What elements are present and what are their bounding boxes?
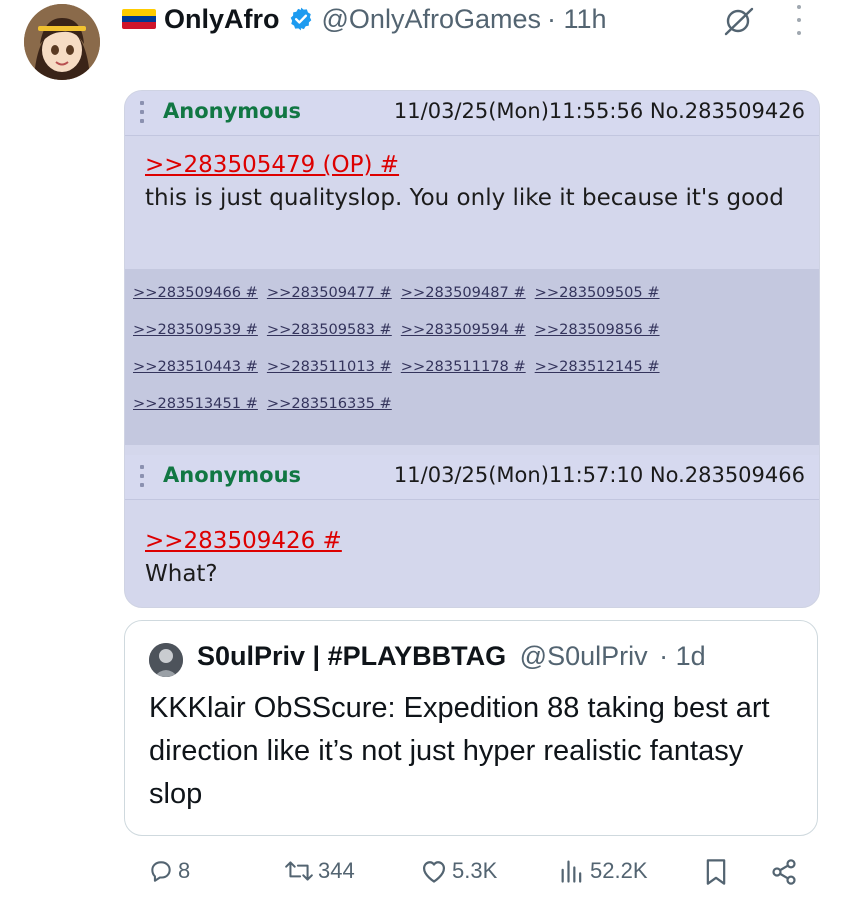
flag-stripe-blue — [122, 15, 156, 23]
replies-list: >>283509466 # >>283509477 # >>283509487 # >… — [125, 269, 819, 445]
more-icon[interactable] — [794, 5, 804, 35]
post-body: >>283505479 (OP) # this is just qualitys… — [145, 149, 799, 215]
poster-name: Anonymous — [163, 99, 302, 123]
quoted-display-name[interactable]: S0ulPriv | #PLAYBBTAG — [197, 641, 506, 671]
reply-link: >>283516335 # — [266, 395, 392, 412]
reply-row: >>283510443 # >>283511013 # >>283511178 # >… — [133, 359, 819, 396]
quoted-avatar — [149, 643, 183, 677]
view-count: 52.2K — [590, 858, 648, 883]
quote-link: >>283505479 (OP) # — [145, 152, 400, 178]
author-handle[interactable]: @OnlyAfroGames — [322, 4, 541, 35]
post-meta: 11/03/25(Mon)11:57:10 No.283509466 — [393, 463, 805, 487]
repost-count: 344 — [318, 858, 355, 883]
like-button[interactable]: 5.3K — [420, 858, 497, 884]
bookmark-icon — [706, 859, 726, 885]
reply-link: >>283509583 # — [266, 321, 392, 338]
post-menu-icon — [139, 465, 145, 487]
reply-row: >>283509539 # >>283509583 # >>283509594 # >… — [133, 322, 819, 359]
reply-link: >>283509466 # — [133, 284, 258, 301]
views-button[interactable]: 52.2K — [558, 858, 648, 884]
post-header: Anonymous 11/03/25(Mon)11:55:56 No.28350… — [125, 91, 819, 136]
reply-button[interactable]: 8 — [148, 858, 190, 884]
reply-link: >>283511178 # — [400, 358, 526, 375]
quote-link: >>283509426 # — [145, 528, 342, 554]
reply-link: >>283509856 # — [534, 321, 660, 338]
reply-link: >>283509594 # — [400, 321, 526, 338]
reply-post-body: >>283509426 # What? — [145, 525, 799, 591]
quoted-time[interactable]: · 1d — [659, 641, 706, 671]
share-button[interactable] — [770, 858, 802, 886]
poster-name: Anonymous — [163, 463, 302, 487]
tweet-time[interactable]: · 11h — [547, 4, 607, 35]
post-meta: 11/03/25(Mon)11:55:56 No.283509426 — [393, 99, 805, 123]
reply-link: >>283513451 # — [133, 395, 258, 412]
like-count: 5.3K — [452, 858, 498, 883]
views-icon — [561, 860, 582, 883]
tweet-header: OnlyAfro @OnlyAfroGames · 11h — [122, 0, 607, 38]
quoted-avatar-image — [149, 643, 183, 677]
reply-link: >>283512145 # — [534, 358, 660, 375]
flag-stripe-yellow — [122, 9, 156, 16]
media-image[interactable]: Anonymous 11/03/25(Mon)11:55:56 No.28350… — [124, 90, 820, 608]
reply-row: >>283509466 # >>283509477 # >>283509487 # >… — [133, 285, 819, 322]
post-menu-icon — [139, 101, 145, 123]
avatar[interactable] — [24, 4, 100, 80]
verified-badge-icon — [290, 7, 311, 31]
quoted-text: KKKlair ObSScure: Expedition 88 taking b… — [149, 692, 770, 810]
post-text: What? — [145, 561, 218, 587]
reply-count: 8 — [178, 858, 191, 883]
reply-link: >>283509487 # — [400, 284, 526, 301]
repost-icon — [285, 861, 313, 881]
reply-link: >>283509505 # — [534, 284, 660, 301]
quoted-header: S0ulPriv | #PLAYBBTAG @S0ulPriv · 1d — [197, 641, 706, 672]
avatar-image — [24, 4, 100, 80]
bookmark-button[interactable] — [704, 858, 732, 886]
grok-icon[interactable] — [722, 6, 756, 36]
post-text: this is just qualityslop. You only like … — [145, 185, 784, 211]
quoted-tweet[interactable]: S0ulPriv | #PLAYBBTAG @S0ulPriv · 1d KKK… — [124, 620, 818, 836]
reply-link: >>283509477 # — [266, 284, 392, 301]
heart-icon — [422, 861, 446, 883]
repost-button[interactable]: 344 — [284, 858, 355, 884]
reply-post-header: Anonymous 11/03/25(Mon)11:57:10 No.28350… — [125, 455, 819, 500]
reply-link: >>283509539 # — [133, 321, 258, 338]
reply-link: >>283510443 # — [133, 358, 258, 375]
reply-icon — [151, 861, 171, 882]
reply-row: >>283513451 # >>283516335 # — [133, 396, 819, 433]
flag-stripe-red — [122, 22, 156, 29]
quoted-handle[interactable]: @S0ulPriv — [520, 641, 648, 671]
author-display-name[interactable]: OnlyAfro — [164, 4, 280, 35]
venezuela-flag-icon — [122, 9, 156, 29]
reply-link: >>283511013 # — [266, 358, 392, 375]
action-bar: 8 344 5.3K 52.2K — [0, 858, 843, 898]
share-icon — [772, 859, 796, 885]
